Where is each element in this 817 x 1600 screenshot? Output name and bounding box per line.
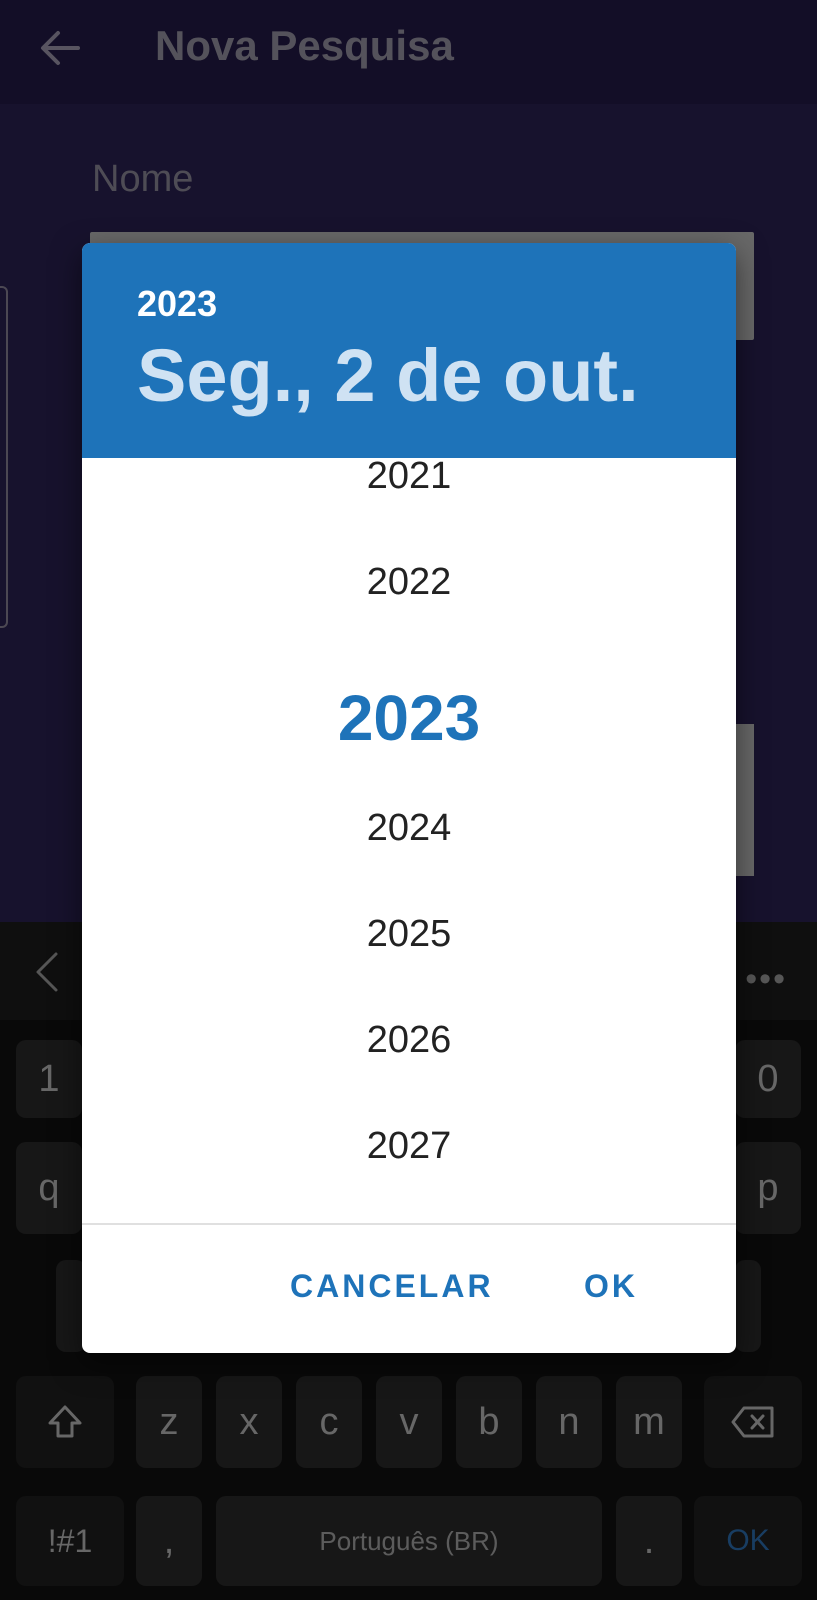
year-item-2025[interactable]: 2025 <box>82 894 736 974</box>
ok-button[interactable]: OK <box>584 1268 638 1305</box>
dialog-divider <box>82 1223 736 1225</box>
date-picker-header: 2023 Seg., 2 de out. <box>82 243 736 458</box>
year-item-2021[interactable]: 2021 <box>82 458 736 516</box>
date-picker-dialog: 2023 Seg., 2 de out. 2021 2022 2023 2024… <box>82 243 736 1353</box>
year-item-2022[interactable]: 2022 <box>82 542 736 622</box>
cancel-button[interactable]: CANCELAR <box>290 1268 494 1305</box>
header-year[interactable]: 2023 <box>137 283 217 325</box>
year-item-2027[interactable]: 2027 <box>82 1106 736 1186</box>
year-item-2023-selected[interactable]: 2023 <box>82 668 736 768</box>
year-item-2026[interactable]: 2026 <box>82 1000 736 1080</box>
year-list[interactable]: 2021 2022 2023 2024 2025 2026 2027 <box>82 458 736 1223</box>
header-date[interactable]: Seg., 2 de out. <box>137 333 639 418</box>
year-item-2024[interactable]: 2024 <box>82 788 736 868</box>
